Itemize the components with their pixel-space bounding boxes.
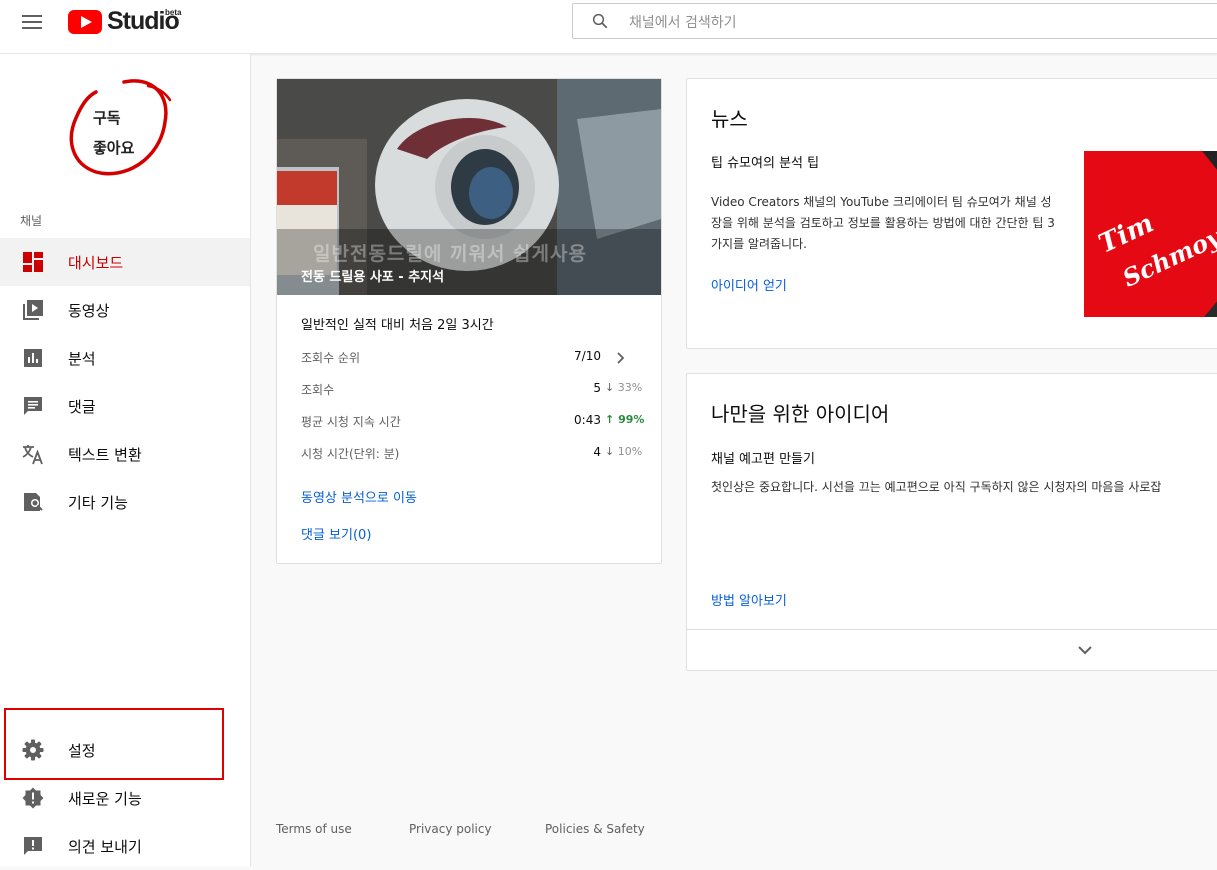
stat-change: ↓ 10%	[605, 445, 649, 458]
video-library-icon	[23, 300, 43, 320]
stat-row-rank[interactable]: 조회수 순위 7/10	[301, 347, 625, 371]
channel-section-label: 채널	[20, 214, 43, 228]
video-analytics-link[interactable]: 동영상 분석으로 이동	[301, 487, 417, 506]
stat-change-value: 33%	[617, 381, 643, 394]
chevron-right-icon	[617, 352, 625, 364]
dashboard-icon	[23, 252, 43, 272]
video-title[interactable]: 전동 드릴용 사포 - 추지석	[301, 266, 444, 285]
thumbnail-overlay-text: 일반전동드릴에 끼워서 쉽게사용	[313, 243, 587, 265]
stat-label: 조회수	[301, 383, 335, 397]
feedback-icon	[24, 837, 42, 855]
ideas-description: 첫인상은 중요합니다. 시선을 끄는 예고편으로 아직 구독하지 않은 시청자의…	[711, 480, 1162, 494]
terms-of-use-link[interactable]: Terms of use	[276, 822, 352, 836]
stat-value: 5	[593, 381, 601, 395]
get-ideas-link[interactable]: 아이디어 얻기	[711, 275, 787, 294]
stat-change: ↑ 99%	[605, 413, 649, 426]
sidebar-item-settings[interactable]: 설정	[0, 726, 250, 774]
stat-value: 4	[593, 445, 601, 459]
gear-icon	[22, 739, 44, 761]
avatar-text-line1: 구독	[93, 109, 121, 127]
stat-change: ↓ 33%	[605, 381, 649, 394]
youtube-play-icon	[68, 10, 102, 34]
sidebar: 구독 좋아요 채널 대시보드 동영상 분석 댓글 텍스트 변환 기타 기능 설정…	[0, 54, 251, 866]
whats-new-icon	[22, 787, 44, 809]
sidebar-item-label: 댓글	[68, 398, 96, 416]
top-app-bar: Studio beta 채널에서 검색하기	[0, 0, 1217, 54]
news-description: Video Creators 채널의 YouTube 크리에이터 팀 슈모여가 …	[711, 195, 1055, 251]
chevron-down-icon[interactable]	[1075, 640, 1095, 660]
translate-icon	[22, 445, 43, 465]
ideas-card: 나만을 위한 아이디어 채널 예고편 만들기 첫인상은 중요합니다. 시선을 끄…	[686, 373, 1217, 671]
stat-value: 0:43	[574, 413, 601, 427]
sidebar-item-dashboard[interactable]: 대시보드	[0, 238, 250, 286]
sidebar-item-label: 기타 기능	[68, 494, 128, 512]
policies-safety-link[interactable]: Policies & Safety	[545, 822, 645, 836]
sidebar-item-label: 설정	[68, 742, 96, 760]
arrow-up-icon: ↑	[605, 413, 615, 426]
sidebar-item-label: 의견 보내기	[68, 838, 142, 856]
sidebar-item-transcriptions[interactable]: 텍스트 변환	[0, 430, 250, 478]
stat-change-value: 10%	[617, 445, 643, 458]
stat-label: 평균 시청 지속 시간	[301, 415, 401, 429]
sidebar-item-label: 대시보드	[68, 254, 124, 272]
news-heading: 뉴스	[711, 107, 748, 131]
sidebar-item-label: 새로운 기능	[68, 790, 142, 808]
search-placeholder: 채널에서 검색하기	[629, 15, 737, 31]
arrow-down-icon: ↓	[605, 445, 615, 458]
stat-label: 시청 시간(단위: 분)	[301, 447, 400, 461]
analytics-icon	[24, 349, 42, 367]
sidebar-item-whats-new[interactable]: 새로운 기능	[0, 774, 250, 822]
news-thumbnail[interactable]: Tim Schmoyer	[1084, 151, 1217, 317]
ideas-heading: 나만을 위한 아이디어	[711, 402, 890, 426]
stat-value: 7/10	[574, 349, 601, 363]
sidebar-item-other-features[interactable]: 기타 기능	[0, 478, 250, 526]
avatar-text-line2: 좋아요	[93, 139, 135, 157]
video-thumbnail[interactable]: 일반전동드릴에 끼워서 쉽게사용 전동 드릴용 사포 - 추지석	[277, 79, 661, 295]
performance-title: 일반적인 실적 대비 처음 2일 3시간	[301, 318, 494, 333]
stat-change-value: 99%	[618, 413, 645, 426]
search-icon	[592, 13, 608, 29]
sidebar-item-label: 분석	[68, 350, 96, 368]
news-card: 뉴스 팁 슈모여의 분석 팁 Video Creators 채널의 YouTub…	[686, 78, 1217, 349]
channel-avatar[interactable]: 구독 좋아요	[62, 74, 174, 186]
comments-icon	[24, 397, 42, 415]
sidebar-item-label: 텍스트 변환	[68, 446, 142, 464]
beta-badge: beta	[165, 8, 182, 17]
learn-how-link[interactable]: 방법 알아보기	[711, 590, 787, 609]
top-video-card: 일반전동드릴에 끼워서 쉽게사용 전동 드릴용 사포 - 추지석 일반적인 실적…	[276, 78, 662, 564]
view-comments-link[interactable]: 댓글 보기(0)	[301, 524, 371, 543]
news-subtitle: 팁 슈모여의 분석 팁	[711, 156, 820, 171]
stat-row-avg-view-duration: 평균 시청 지속 시간 0:43 ↑ 99%	[301, 411, 644, 435]
divider	[687, 629, 1217, 630]
menu-icon[interactable]	[22, 14, 42, 30]
sidebar-item-comments[interactable]: 댓글	[0, 382, 250, 430]
arrow-down-icon: ↓	[605, 381, 615, 394]
stat-row-views: 조회수 5 ↓ 33%	[301, 379, 642, 403]
sidebar-item-feedback[interactable]: 의견 보내기	[0, 822, 250, 870]
ideas-subtitle: 채널 예고편 만들기	[711, 452, 815, 467]
search-input[interactable]: 채널에서 검색하기	[572, 3, 1217, 39]
sidebar-item-analytics[interactable]: 분석	[0, 334, 250, 382]
other-features-icon	[24, 493, 43, 511]
privacy-policy-link[interactable]: Privacy policy	[409, 822, 492, 836]
sidebar-item-videos[interactable]: 동영상	[0, 286, 250, 334]
stat-label: 조회수 순위	[301, 351, 361, 365]
sidebar-item-label: 동영상	[68, 302, 110, 320]
stat-row-watch-time: 시청 시간(단위: 분) 4 ↓ 10%	[301, 443, 642, 467]
